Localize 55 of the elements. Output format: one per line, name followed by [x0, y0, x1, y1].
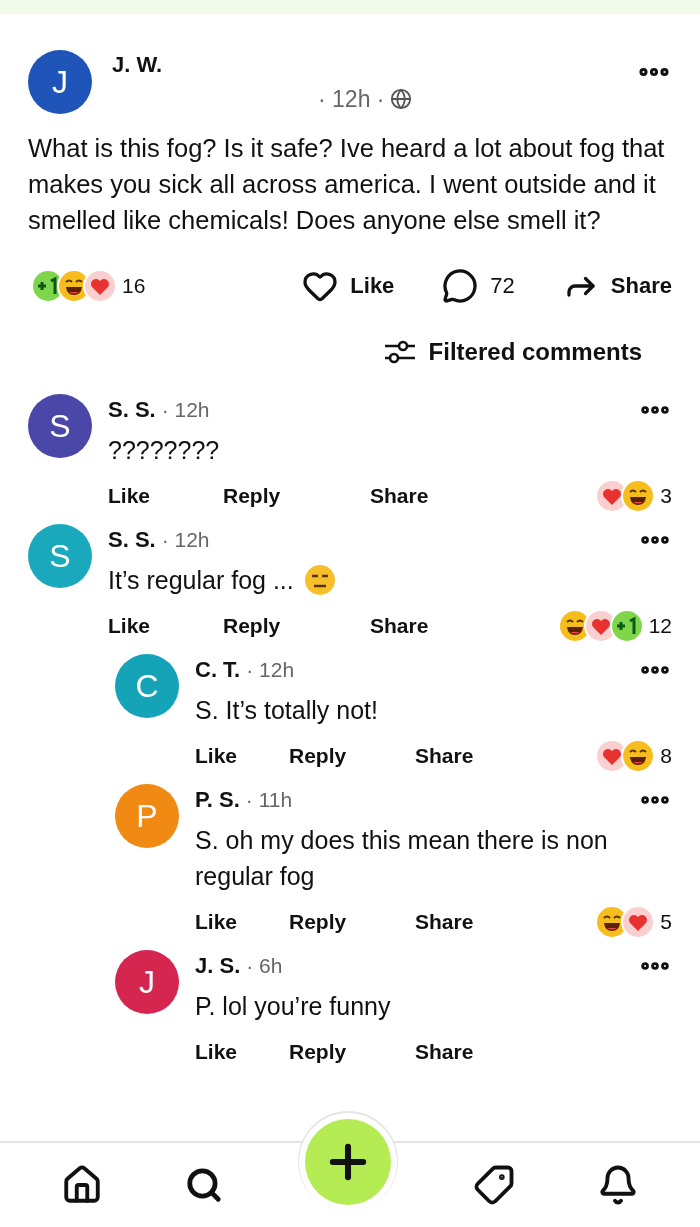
bell-icon[interactable] — [597, 1164, 639, 1206]
comment-action[interactable]: Like — [108, 614, 223, 638]
comment-time: · 6h — [246, 954, 283, 978]
comment-action[interactable]: Reply — [223, 484, 370, 508]
comment-action[interactable]: Share — [415, 910, 535, 934]
comment-action[interactable]: Reply — [289, 1040, 415, 1064]
commenter-name[interactable]: S. S. — [108, 397, 156, 423]
heart-emoji-icon — [82, 268, 118, 304]
comment-action[interactable]: Like — [195, 744, 289, 768]
comment-action[interactable]: Share — [370, 614, 490, 638]
comment-text: S. It’s totally not! — [195, 695, 378, 726]
comment-time: · 11h — [245, 788, 293, 812]
commenter-name[interactable]: P. S. — [195, 787, 240, 813]
share-button[interactable]: Share — [562, 268, 672, 304]
avatar[interactable]: J — [28, 50, 92, 114]
plus-one-emoji-icon — [608, 608, 645, 644]
comment-action[interactable]: Reply — [289, 910, 415, 934]
comment-text: P. lol you’re funny — [195, 991, 391, 1022]
comment-action[interactable]: Like — [195, 910, 289, 934]
like-button[interactable]: Like — [302, 268, 395, 304]
globe-icon — [390, 88, 413, 110]
reaction-count: 5 — [660, 910, 672, 934]
comment-time: · 12h — [161, 528, 210, 552]
commenter-name[interactable]: J. S. — [195, 953, 241, 979]
commenter-name[interactable]: S. S. — [108, 527, 156, 553]
filter-button[interactable]: Filtered comments — [382, 338, 642, 366]
reaction-count: 8 — [660, 744, 672, 768]
commenter-name[interactable]: C. T. — [195, 657, 241, 683]
avatar[interactable]: J — [115, 950, 179, 1014]
comment-action[interactable]: Like — [195, 1040, 289, 1064]
reaction-count: 16 — [122, 274, 146, 298]
tag-icon[interactable] — [473, 1164, 515, 1206]
comment-text: S. oh my does this mean there is non regular fog — [195, 825, 609, 892]
search-icon[interactable] — [185, 1166, 223, 1204]
speech-bubble-icon — [442, 268, 479, 304]
comment-text: It’s regular fog ... — [108, 565, 294, 596]
author-name[interactable]: J. W. — [112, 51, 616, 78]
neutral-face-emoji-icon — [303, 564, 336, 596]
post-time: · 12h · — [318, 85, 385, 113]
avatar[interactable]: S — [28, 394, 92, 458]
home-icon[interactable] — [61, 1164, 103, 1206]
reaction-count: 12 — [648, 614, 672, 638]
comment-time: · 12h — [246, 658, 295, 682]
comment-action[interactable]: Share — [415, 744, 535, 768]
post-text: What is this fog? Is it safe? Ive heard a lot about fog that makes you sick all across america. I went outside and it smelled like chemicals! Does anyone else smell it? — [28, 133, 666, 236]
comment-action[interactable]: Share — [415, 1040, 535, 1064]
comment-button[interactable]: 72 — [442, 268, 515, 304]
comment-time: · 12h — [161, 398, 210, 422]
reaction-count: 3 — [660, 484, 672, 508]
comment-action[interactable]: Like — [108, 484, 223, 508]
comment-action[interactable]: Share — [370, 484, 490, 508]
comment-text: ???????? — [108, 435, 220, 466]
sliders-icon — [382, 338, 415, 366]
comment-action[interactable]: Reply — [289, 744, 415, 768]
comment-action[interactable]: Reply — [223, 614, 370, 638]
